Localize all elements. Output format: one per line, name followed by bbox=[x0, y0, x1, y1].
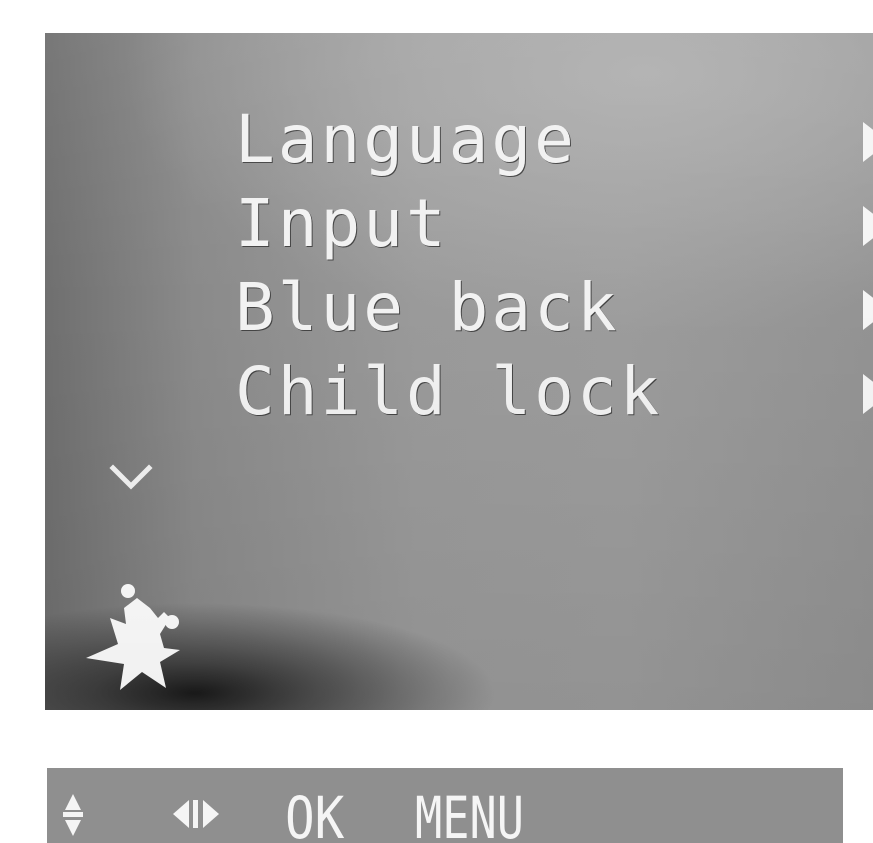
menu-item-label: Language bbox=[235, 101, 577, 178]
submenu-arrow-icon bbox=[863, 290, 873, 330]
nav-arrow-icons bbox=[63, 794, 219, 836]
up-down-arrows-icon bbox=[63, 794, 83, 836]
menu-item-label: Input bbox=[235, 185, 449, 262]
submenu-arrow-icon bbox=[863, 122, 873, 162]
submenu-arrow-icon bbox=[863, 206, 873, 246]
menu-item-language[interactable]: Language bbox=[235, 98, 873, 182]
menu-item-child-lock[interactable]: Child lock bbox=[235, 350, 873, 434]
chevron-down-icon[interactable] bbox=[107, 458, 155, 498]
navigation-hint-bar: OK MENU bbox=[47, 768, 843, 843]
ok-hint-label: OK bbox=[285, 784, 345, 843]
left-right-arrows-icon bbox=[173, 800, 219, 828]
menu-hint-label: MENU bbox=[415, 784, 524, 843]
submenu-arrow-icon bbox=[863, 374, 873, 414]
menu-list: Language Input Blue back Child lock bbox=[235, 98, 873, 434]
menu-item-label: Child lock bbox=[235, 353, 663, 430]
star-figure-icon bbox=[86, 584, 180, 690]
osd-menu-panel: Language Input Blue back Child lock bbox=[45, 33, 873, 710]
menu-item-label: Blue back bbox=[235, 269, 620, 346]
menu-item-blue-back[interactable]: Blue back bbox=[235, 266, 873, 350]
menu-item-input[interactable]: Input bbox=[235, 182, 873, 266]
